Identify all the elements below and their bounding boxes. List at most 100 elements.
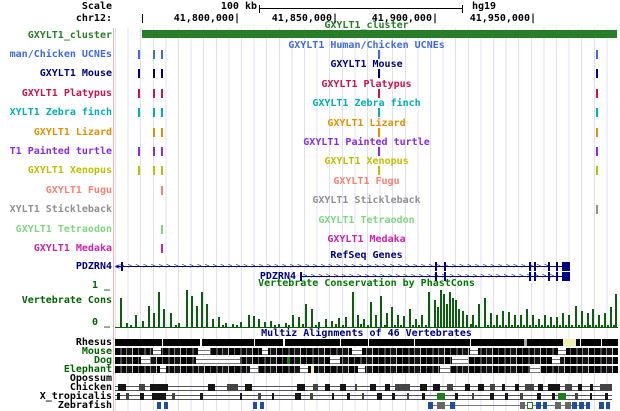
ucne-item[interactable] — [138, 50, 140, 59]
conservation-track-label[interactable]: Vertebrate Cons — [0, 296, 112, 306]
coordinate-label: 41,850,000| — [271, 13, 338, 24]
alignment-segment — [452, 359, 468, 364]
alignment-segment — [392, 393, 395, 400]
ucne-item[interactable] — [161, 50, 163, 59]
phastcons-bar — [434, 300, 436, 327]
track-label-tetraodon[interactable]: GXYLT1 Tetraodon — [0, 225, 112, 235]
phastcons-bar — [357, 315, 359, 327]
ucne-item[interactable] — [161, 147, 163, 156]
alignment-segment — [300, 368, 308, 373]
phastcons-bar — [363, 319, 365, 327]
ucne-item[interactable] — [596, 147, 598, 156]
ucne-item[interactable] — [161, 186, 163, 195]
ucne-item[interactable] — [596, 108, 598, 117]
track-label-turtle[interactable]: T1 Painted turtle — [0, 147, 112, 157]
track-label-stickleback[interactable]: XYLT1 Stickleback — [0, 205, 112, 215]
alignment-segment — [362, 393, 364, 400]
ucne-item[interactable] — [161, 225, 163, 234]
ucne-item[interactable] — [153, 108, 155, 117]
ucne-item[interactable] — [596, 69, 598, 78]
ucne-item[interactable] — [138, 166, 140, 175]
phastcons-bar — [253, 316, 255, 327]
ucne-item[interactable] — [596, 128, 598, 137]
ucne-item[interactable] — [161, 244, 163, 253]
ucne-item[interactable] — [378, 108, 380, 117]
phastcons-bar — [532, 315, 534, 327]
ucne-item[interactable] — [161, 69, 163, 78]
ucne-item[interactable] — [596, 166, 598, 175]
gene-exon — [444, 272, 446, 281]
phastcons-bar — [575, 306, 577, 327]
track-label-fugu[interactable]: GXYLT1 Fugu — [0, 186, 112, 196]
ucne-item[interactable] — [153, 89, 155, 98]
gene-label: PDZRN4 — [75, 261, 112, 272]
coordinate-label: 41,950,000| — [469, 13, 536, 24]
gene-exon — [435, 262, 437, 271]
gene-label: PDZRN4 — [259, 271, 296, 282]
alignment-segment — [152, 393, 166, 400]
cluster-bar[interactable] — [142, 30, 617, 38]
phastcons-bar — [544, 315, 546, 327]
ucne-item[interactable] — [161, 108, 163, 117]
track-label-xenopus[interactable]: GXYLT1 Xenopus — [0, 166, 112, 176]
cluster-track-label[interactable]: GXYLT1_cluster — [0, 31, 112, 41]
phastcons-bar — [472, 315, 474, 327]
phastcons-bar — [514, 315, 516, 327]
phastcons-bar — [556, 317, 558, 327]
ucne-item[interactable] — [378, 69, 380, 78]
alignment-segment — [385, 384, 390, 391]
ucne-item[interactable] — [153, 147, 155, 156]
alignment-segment — [490, 384, 495, 391]
ucne-item[interactable] — [596, 205, 598, 214]
multiz-label-zebrafish[interactable]: Zebrafish — [0, 401, 112, 411]
track-label-mouse[interactable]: GXYLT1 Mouse — [0, 69, 112, 79]
alignment-segment — [538, 384, 543, 391]
track-label-platypus[interactable]: GXYLT1 Platypus — [0, 89, 112, 99]
alignment-segment — [260, 402, 264, 409]
alignment-segment — [455, 393, 458, 400]
ucne-item[interactable] — [378, 50, 380, 59]
alignment-segment — [196, 359, 240, 364]
phastcons-bar — [403, 316, 405, 327]
ucne-item[interactable] — [596, 50, 598, 59]
alignment-segment — [262, 350, 268, 355]
conservation-axis-min: 0 _ — [91, 317, 110, 328]
track-label-medaka[interactable]: GXYLT1 Medaka — [0, 244, 112, 254]
ucne-item[interactable] — [378, 89, 380, 98]
phastcons-bar — [538, 319, 540, 327]
alignment-segment — [272, 393, 274, 400]
multiz-row-opossum[interactable] — [115, 375, 618, 382]
ucne-item[interactable] — [138, 147, 140, 156]
phastcons-bar — [415, 319, 417, 327]
phastcons-bar — [258, 319, 260, 327]
ucne-item[interactable] — [161, 89, 163, 98]
ucne-item[interactable] — [153, 166, 155, 175]
ucne-item[interactable] — [153, 69, 155, 78]
track-label-finch[interactable]: XYLT1 Zebra finch — [0, 108, 112, 118]
alignment-segment — [605, 393, 608, 400]
coordinate-label: 41,900,000| — [371, 13, 438, 24]
ucne-item[interactable] — [161, 128, 163, 137]
phastcons-bar — [568, 315, 570, 327]
ucne-item[interactable] — [378, 166, 380, 175]
ucne-item[interactable] — [378, 147, 380, 156]
alignment-segment — [543, 402, 547, 409]
alignment-segment — [414, 339, 415, 346]
track-label-lizard[interactable]: GXYLT1 Lizard — [0, 128, 112, 138]
ucne-item[interactable] — [153, 50, 155, 59]
phastcons-bar — [615, 294, 617, 327]
ucne-item[interactable] — [596, 89, 598, 98]
ucne-item[interactable] — [138, 69, 140, 78]
alignment-segment — [297, 384, 305, 391]
alignment-segment — [437, 402, 445, 409]
alignment-segment — [340, 339, 341, 346]
track-label-ucnes[interactable]: man/Chicken UCNEs — [0, 50, 112, 60]
ucne-item[interactable] — [378, 128, 380, 137]
alignment-segment — [295, 393, 301, 400]
ucne-item[interactable] — [138, 108, 140, 117]
ucne-item[interactable] — [161, 166, 163, 175]
ucne-item[interactable] — [153, 128, 155, 137]
phastcons-bar — [520, 315, 522, 327]
ucne-item[interactable] — [138, 89, 140, 98]
alignment-segment — [407, 393, 409, 400]
